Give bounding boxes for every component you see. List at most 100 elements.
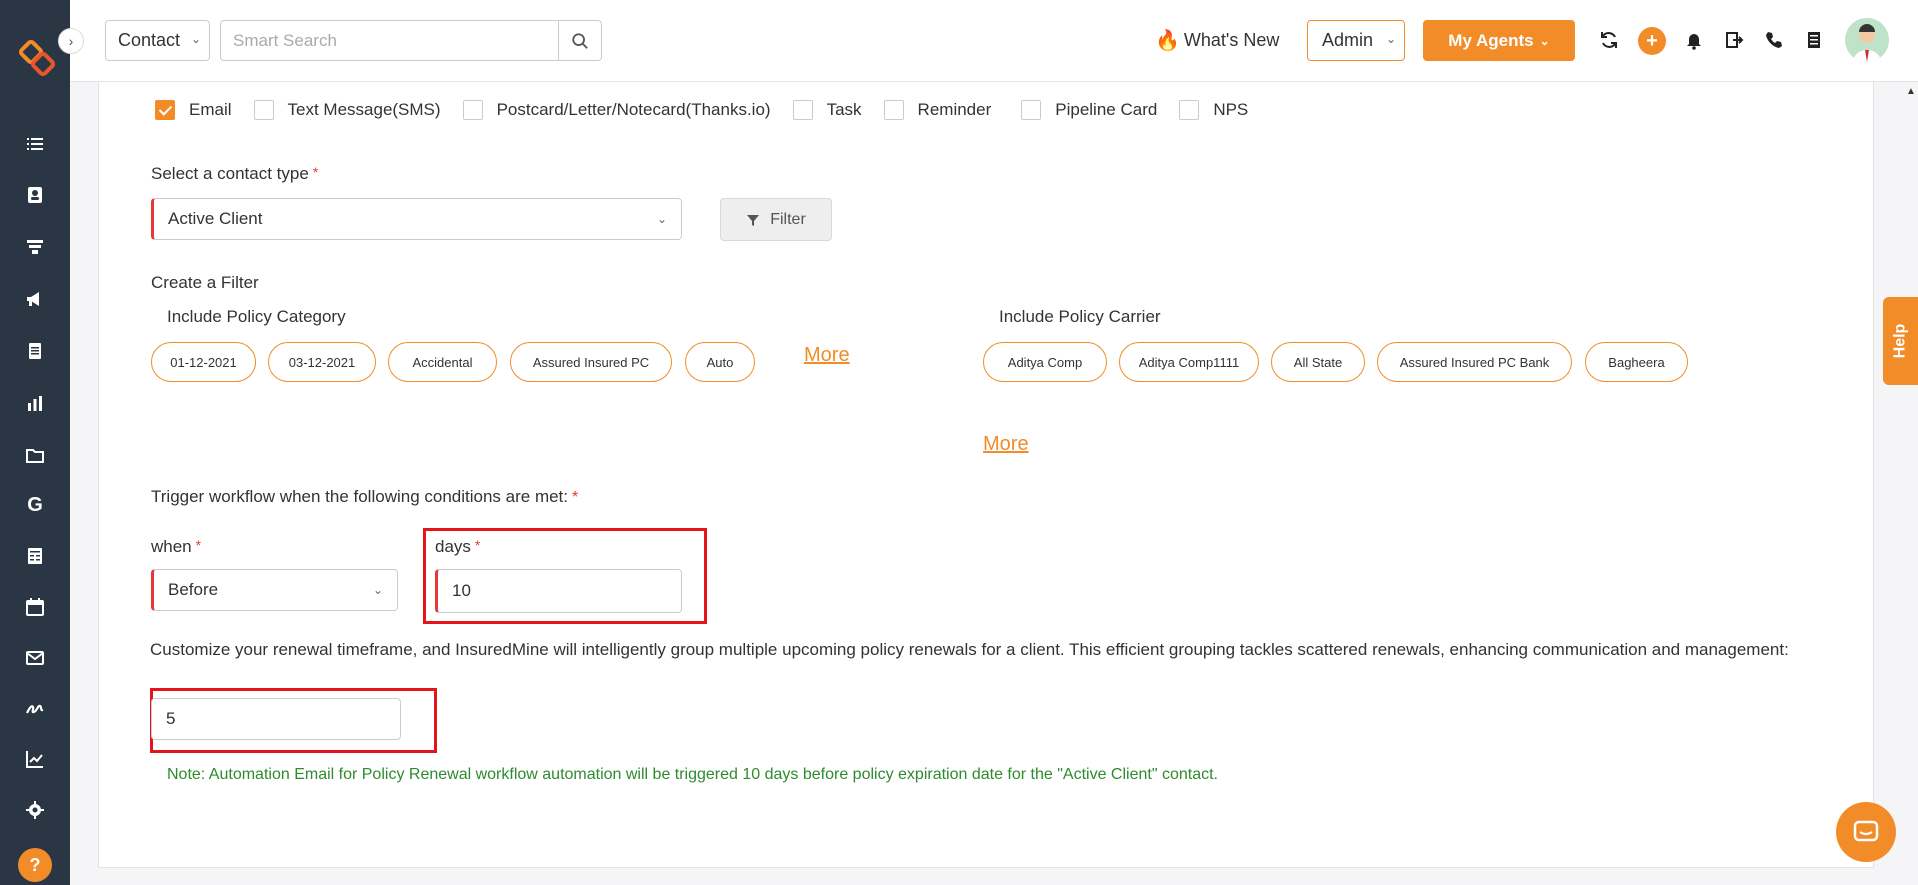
- phone-icon[interactable]: [1762, 28, 1786, 52]
- whats-new-label: What's New: [1183, 30, 1280, 50]
- days-input[interactable]: 10: [435, 569, 682, 613]
- pipeline-card-checkbox[interactable]: [1021, 100, 1042, 120]
- app-logo[interactable]: [17, 38, 57, 78]
- admin-dropdown[interactable]: Admin ⌄: [1307, 20, 1405, 61]
- renewal-description: Customize your renewal timeframe, and In…: [150, 640, 1789, 659]
- settings-gear-icon[interactable]: [22, 797, 48, 823]
- my-agents-label: My Agents: [1448, 30, 1534, 50]
- policy-category-label: Include Policy Category: [167, 307, 346, 326]
- required-asterisk: *: [572, 489, 579, 506]
- pipeline-card-checkbox-label: Pipeline Card: [1055, 100, 1158, 119]
- create-filter-title: Create a Filter: [151, 273, 259, 292]
- trend-chart-icon[interactable]: [22, 746, 48, 772]
- when-select[interactable]: Before ⌄: [151, 569, 398, 611]
- analytics-icon[interactable]: [22, 390, 48, 416]
- megaphone-icon[interactable]: [22, 286, 48, 312]
- chevron-down-icon: ⌄: [1539, 33, 1550, 48]
- policy-carrier-pill[interactable]: Aditya Comp1111: [1119, 342, 1259, 382]
- nps-checkbox-label: NPS: [1213, 100, 1249, 119]
- whats-new-link[interactable]: 🔥 What's New: [1155, 28, 1279, 53]
- trigger-conditions-label-text: Trigger workflow when the following cond…: [151, 487, 569, 506]
- chat-support-button[interactable]: [1836, 802, 1896, 862]
- sidebar-expand-button[interactable]: ›: [58, 28, 84, 54]
- task-checkbox-label: Task: [826, 100, 862, 119]
- policy-carrier-label: Include Policy Carrier: [999, 307, 1161, 326]
- contact-type-select-value: Active Client: [168, 209, 263, 228]
- help-tab-label: Help: [1891, 323, 1909, 359]
- contact-type-label-text: Select a contact type: [151, 164, 309, 183]
- mail-icon[interactable]: [22, 645, 48, 671]
- email-checkbox-label: Email: [189, 100, 232, 119]
- policy-category-pill[interactable]: Accidental: [388, 342, 497, 382]
- contact-type-label: Select a contact type *: [151, 164, 318, 184]
- sms-checkbox[interactable]: [253, 100, 274, 120]
- when-select-value: Before: [168, 580, 219, 599]
- search-icon: [572, 32, 588, 49]
- contact-dropdown-value: Contact: [118, 30, 181, 50]
- reminder-checkbox-label: Reminder: [917, 100, 992, 119]
- spreadsheet-icon[interactable]: [22, 543, 48, 569]
- admin-dropdown-value: Admin: [1322, 30, 1374, 50]
- chevron-down-icon: ⌄: [372, 583, 383, 597]
- required-asterisk: *: [474, 537, 481, 553]
- smart-search-input[interactable]: [220, 20, 560, 61]
- policy-category-more-link[interactable]: More: [804, 344, 850, 367]
- automation-note: Note: Automation Email for Policy Renewa…: [167, 766, 1218, 783]
- policy-carrier-pill[interactable]: Aditya Comp: [983, 342, 1107, 382]
- nps-checkbox[interactable]: [1179, 100, 1200, 120]
- policy-carrier-more-link[interactable]: More: [983, 433, 1029, 456]
- policy-carrier-pill[interactable]: Bagheera: [1585, 342, 1688, 382]
- task-checkbox[interactable]: [792, 100, 813, 120]
- document-icon[interactable]: [22, 338, 48, 364]
- chat-icon: [1853, 820, 1879, 842]
- scroll-up-arrow[interactable]: ▲: [1906, 86, 1916, 97]
- policy-category-pill[interactable]: Auto: [685, 342, 755, 382]
- folder-icon[interactable]: [22, 442, 48, 468]
- funnel-icon[interactable]: [22, 234, 48, 260]
- top-navbar: Contact ⌄ 🔥 What's New Admin ⌄ My Agents…: [70, 0, 1918, 82]
- when-label: when *: [151, 537, 201, 557]
- policy-carrier-pill[interactable]: All State: [1271, 342, 1365, 382]
- google-icon[interactable]: G: [22, 492, 48, 518]
- search-button[interactable]: [558, 20, 602, 61]
- flame-icon: 🔥: [1155, 30, 1180, 52]
- when-label-text: when: [151, 537, 192, 556]
- contact-type-select[interactable]: Active Client ⌄: [151, 198, 682, 240]
- logout-icon[interactable]: [1722, 28, 1746, 52]
- policy-category-pill[interactable]: Assured Insured PC: [510, 342, 672, 382]
- required-asterisk: *: [312, 164, 319, 180]
- help-tab[interactable]: Help: [1883, 297, 1918, 385]
- list-icon[interactable]: [22, 131, 48, 157]
- reminder-checkbox[interactable]: [883, 100, 904, 120]
- trigger-conditions-label: Trigger workflow when the following cond…: [151, 487, 578, 507]
- chevron-down-icon: ⌄: [190, 32, 201, 46]
- policy-carrier-pill[interactable]: Assured Insured PC Bank: [1377, 342, 1572, 382]
- user-avatar[interactable]: [1845, 18, 1889, 62]
- ledger-icon[interactable]: [1802, 28, 1826, 52]
- policy-category-pill[interactable]: 01-12-2021: [151, 342, 256, 382]
- sidebar: G ?: [0, 0, 70, 885]
- policy-category-pill[interactable]: 03-12-2021: [268, 342, 376, 382]
- chevron-down-icon: ⌄: [1385, 32, 1396, 46]
- refresh-icon[interactable]: [1597, 28, 1621, 52]
- calendar-icon[interactable]: [22, 594, 48, 620]
- email-checkbox[interactable]: [155, 100, 175, 120]
- signature-icon[interactable]: [22, 695, 48, 721]
- filter-button-label: Filter: [770, 210, 806, 228]
- required-asterisk: *: [195, 537, 202, 553]
- renewal-timeframe-input[interactable]: 5: [151, 698, 401, 740]
- days-label-text: days: [435, 537, 471, 556]
- bell-icon[interactable]: [1682, 28, 1706, 52]
- postcard-checkbox-label: Postcard/Letter/Notecard(Thanks.io): [496, 100, 771, 119]
- add-icon[interactable]: +: [1638, 27, 1666, 55]
- sms-checkbox-label: Text Message(SMS): [287, 100, 441, 119]
- days-label: days *: [435, 537, 480, 557]
- my-agents-button[interactable]: My Agents ⌄: [1423, 20, 1575, 61]
- contact-type-dropdown[interactable]: Contact ⌄: [105, 20, 210, 61]
- chevron-down-icon: ⌄: [656, 212, 667, 226]
- contacts-icon[interactable]: [22, 182, 48, 208]
- postcard-checkbox[interactable]: [462, 100, 483, 120]
- filter-icon: [747, 214, 760, 226]
- filter-button[interactable]: Filter: [720, 198, 832, 241]
- help-question-icon[interactable]: ?: [18, 848, 52, 882]
